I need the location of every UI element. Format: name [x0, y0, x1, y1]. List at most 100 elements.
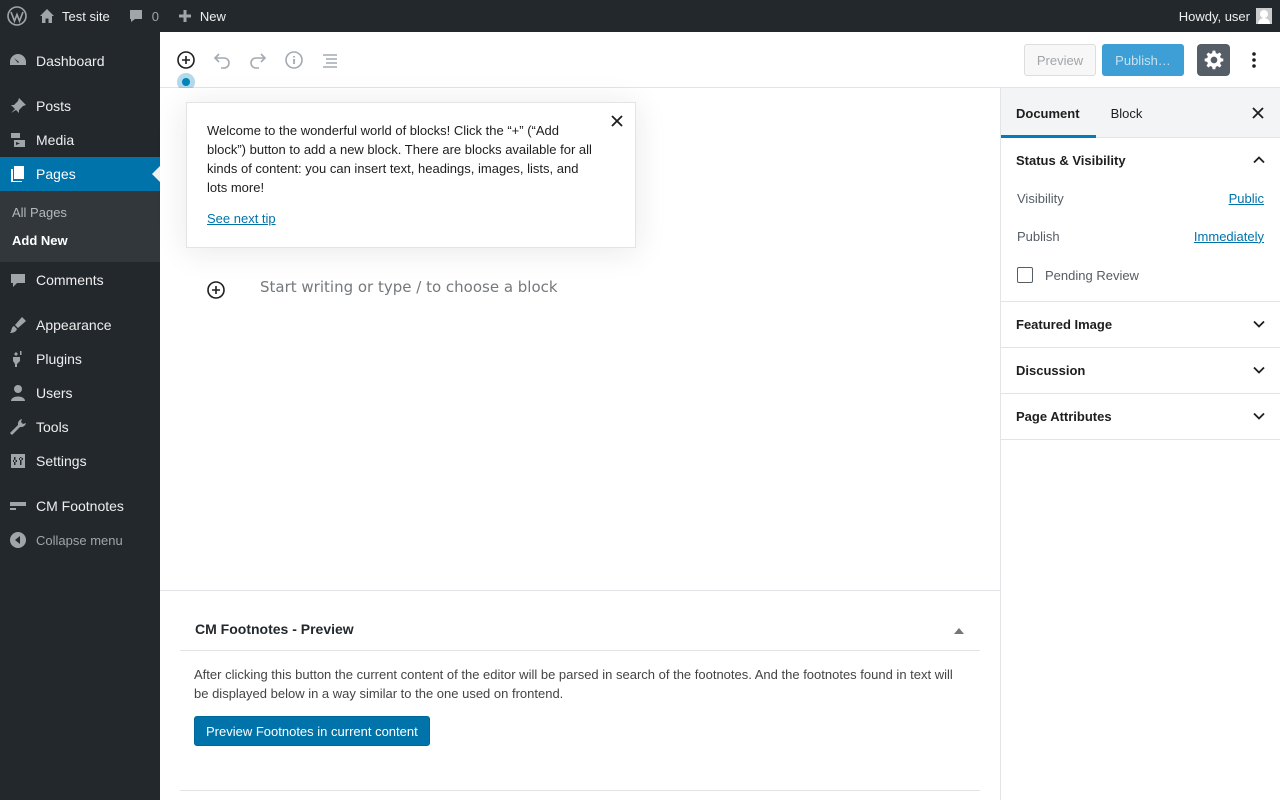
panel-toggle-featured-image[interactable]: Featured Image — [1001, 302, 1280, 347]
add-block-icon — [207, 281, 225, 299]
site-name-link[interactable]: Test site — [34, 0, 118, 32]
chevron-down-icon — [1253, 320, 1265, 328]
menu-item-comments[interactable]: Comments — [0, 263, 160, 297]
wrench-icon — [8, 417, 28, 437]
pages-submenu: All Pages Add New — [0, 191, 160, 262]
submenu-item-add-new[interactable]: Add New — [0, 226, 160, 254]
collapse-arrow-icon[interactable] — [953, 621, 965, 634]
menu-item-users[interactable]: Users — [0, 376, 160, 410]
menu-item-label: Posts — [36, 98, 72, 114]
comment-count: 0 — [151, 8, 159, 24]
list-icon — [323, 54, 337, 68]
menu-item-cm-footnotes[interactable]: CM Footnotes — [0, 489, 160, 523]
menu-item-appearance[interactable]: Appearance — [0, 308, 160, 342]
metabox-body: After clicking this button the current c… — [180, 651, 980, 760]
collapse-menu-button[interactable]: Collapse menu — [0, 523, 160, 557]
sliders-icon — [8, 451, 28, 471]
editor-header: Preview Publish… — [160, 32, 1280, 91]
redo-icon — [250, 53, 267, 69]
user-icon — [8, 383, 28, 403]
menu-item-label: Settings — [36, 453, 87, 469]
brush-icon — [8, 315, 28, 335]
metabox-area: CM Footnotes - Preview After clicking th… — [160, 590, 1000, 800]
settings-button[interactable] — [1197, 44, 1230, 76]
panel-title: Page Attributes — [1016, 409, 1112, 424]
add-block-button[interactable] — [174, 48, 198, 72]
menu-item-tools[interactable]: Tools — [0, 410, 160, 444]
metabox-description: After clicking this button the current c… — [194, 667, 953, 701]
home-icon — [40, 9, 54, 23]
menu-item-dashboard[interactable]: Dashboard — [0, 44, 160, 78]
menu-item-plugins[interactable]: Plugins — [0, 342, 160, 376]
wordpress-logo-icon[interactable] — [0, 0, 34, 32]
panel-title: Status & Visibility — [1016, 153, 1126, 168]
admin-bar: Test site 0 New Howdy, user — [0, 0, 1280, 32]
block-placeholder[interactable]: Start writing or type / to choose a bloc… — [260, 278, 558, 296]
welcome-tip-popover: Welcome to the wonderful world of blocks… — [186, 102, 636, 248]
panel-toggle-page-attributes[interactable]: Page Attributes — [1001, 394, 1280, 439]
block-navigation-button[interactable] — [318, 48, 342, 72]
tab-block[interactable]: Block — [1096, 88, 1159, 138]
see-next-tip-link[interactable]: See next tip — [207, 209, 276, 228]
pending-review-checkbox[interactable] — [1017, 267, 1033, 283]
page-attributes-panel: Page Attributes — [1001, 394, 1280, 440]
status-visibility-panel: Status & Visibility Visibility Public Pu… — [1001, 138, 1280, 302]
new-content-link[interactable]: New — [167, 0, 234, 32]
gear-icon — [1204, 50, 1223, 70]
collapse-menu-label: Collapse menu — [36, 532, 123, 548]
more-vertical-icon — [1252, 52, 1256, 68]
visibility-row: Visibility Public — [1001, 179, 1280, 217]
close-sidebar-button[interactable] — [1250, 105, 1266, 121]
undo-button[interactable] — [210, 48, 234, 72]
admin-menu: Dashboard Posts Media Pages All Pages Ad… — [0, 32, 160, 800]
panel-toggle-status-visibility[interactable]: Status & Visibility — [1001, 138, 1280, 183]
metabox-header[interactable]: CM Footnotes - Preview — [180, 607, 980, 651]
pending-review-label[interactable]: Pending Review — [1045, 268, 1139, 283]
redo-button[interactable] — [246, 48, 270, 72]
plus-icon — [178, 10, 191, 22]
panel-title: Featured Image — [1016, 317, 1113, 332]
avatar — [1256, 8, 1272, 24]
menu-item-pages[interactable]: Pages — [0, 157, 160, 191]
footnotes-icon — [8, 496, 28, 516]
menu-item-label: CM Footnotes — [36, 498, 124, 514]
comments-link[interactable]: 0 — [118, 0, 167, 32]
menu-item-label: Comments — [36, 272, 104, 288]
discussion-panel: Discussion — [1001, 348, 1280, 394]
preview-footnotes-button[interactable]: Preview Footnotes in current content — [194, 716, 430, 746]
tip-close-button[interactable] — [609, 113, 625, 129]
publish-button[interactable]: Publish… — [1102, 44, 1184, 76]
greeting: Howdy, user — [1178, 8, 1250, 24]
dashboard-icon — [8, 51, 28, 71]
media-icon — [8, 130, 28, 150]
preview-button[interactable]: Preview — [1024, 44, 1096, 76]
menu-item-settings[interactable]: Settings — [0, 444, 160, 478]
menu-item-label: Pages — [36, 166, 76, 182]
menu-item-label: Appearance — [36, 317, 112, 333]
editor-canvas: Welcome to the wonderful world of blocks… — [160, 88, 1000, 590]
visibility-label: Visibility — [1017, 190, 1064, 206]
pages-icon — [8, 164, 28, 184]
new-label: New — [199, 8, 226, 24]
menu-item-posts[interactable]: Posts — [0, 89, 160, 123]
menu-item-media[interactable]: Media — [0, 123, 160, 157]
plug-icon — [8, 349, 28, 369]
add-block-icon — [177, 51, 195, 69]
more-menu-button[interactable] — [1242, 48, 1266, 72]
comment-icon — [129, 10, 142, 22]
tab-document[interactable]: Document — [1001, 88, 1096, 138]
metabox-title: CM Footnotes - Preview — [195, 620, 354, 637]
settings-sidebar: Document Block Status & Visibility Visib… — [1000, 88, 1280, 800]
my-account[interactable]: Howdy, user — [1179, 8, 1280, 24]
menu-item-label: Dashboard — [36, 53, 105, 69]
panel-toggle-discussion[interactable]: Discussion — [1001, 348, 1280, 393]
sidebar-tabs: Document Block — [1001, 88, 1280, 138]
submenu-item-all-pages[interactable]: All Pages — [0, 198, 160, 226]
menu-item-label: Plugins — [36, 351, 82, 367]
content-info-button[interactable] — [282, 48, 306, 72]
publish-date-toggle[interactable]: Immediately — [1194, 229, 1264, 244]
panel-title: Discussion — [1016, 363, 1086, 378]
visibility-toggle[interactable]: Public — [1229, 191, 1264, 206]
tip-text: Welcome to the wonderful world of blocks… — [207, 123, 592, 195]
inline-add-block-button[interactable] — [206, 280, 226, 300]
